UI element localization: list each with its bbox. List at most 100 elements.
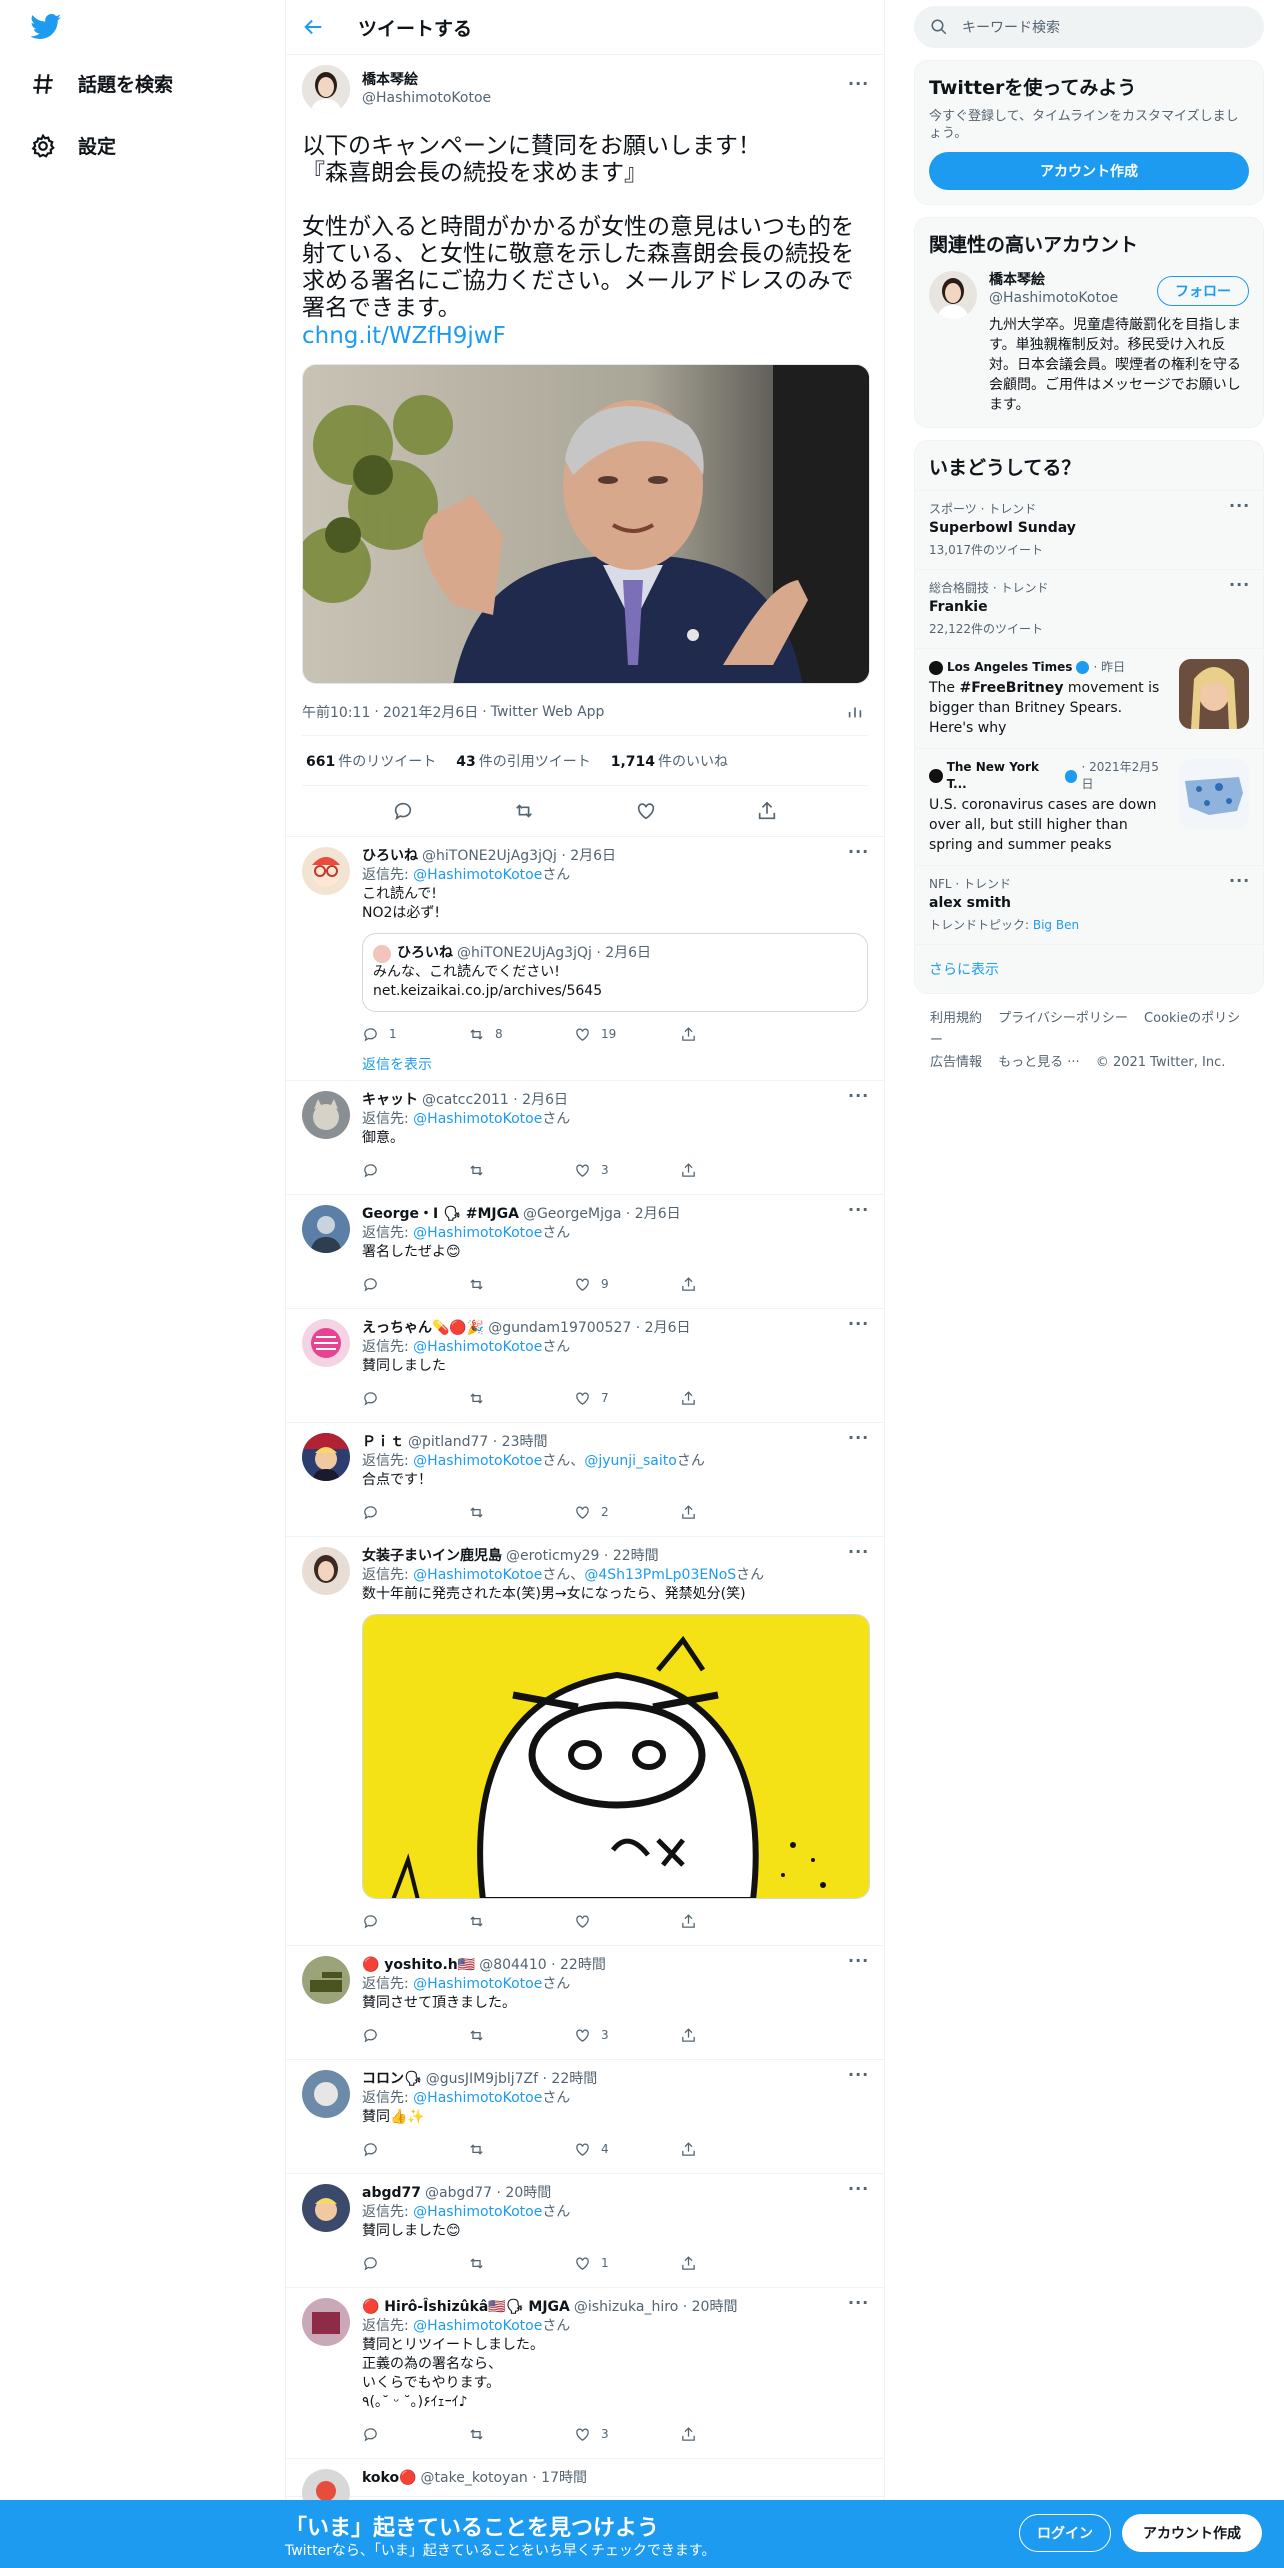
like-button[interactable]: 19 (574, 1026, 680, 1043)
tweet-image[interactable] (302, 364, 870, 684)
reply-author-name[interactable]: Ｐｉｔ (362, 1433, 404, 1452)
reply-to-link[interactable]: @HashimotoKotoe (413, 2318, 542, 2334)
reply-to-link[interactable]: @HashimotoKotoe (413, 1225, 542, 1241)
reply-item[interactable]: koko🔴 @take_kotoyan · 17時間 (286, 2459, 884, 2517)
reply-time[interactable]: 20時間 (692, 2298, 738, 2317)
reply-author-name[interactable]: コロン🗣 (362, 2070, 422, 2089)
search-input[interactable]: キーワード検索 (962, 17, 1060, 37)
retweet-icon[interactable] (513, 800, 535, 822)
retweet-button[interactable] (468, 2141, 574, 2158)
reply-author-name[interactable]: ひろいね (362, 847, 418, 866)
reply-item[interactable]: George・I 🗣 #MJGA @GeorgeMjga · 2月6日 ··· 返信… (286, 1195, 884, 1309)
twitter-logo-icon[interactable] (30, 14, 62, 40)
retweet-button[interactable] (468, 1162, 574, 1179)
reply-button[interactable] (362, 1504, 468, 1521)
reply-button[interactable] (362, 2255, 468, 2272)
reply-image[interactable] (362, 1614, 870, 1899)
retweet-button[interactable] (468, 1276, 574, 1293)
more-options-icon[interactable]: ··· (848, 1316, 868, 1339)
reply-to-link[interactable]: @HashimotoKotoe (413, 1339, 542, 1355)
search-box[interactable]: キーワード検索 (914, 6, 1264, 48)
avatar[interactable] (302, 2184, 350, 2232)
reply-item[interactable]: ひろいね @hiTONE2UjAg3jQj · 2月6日 ··· 返信先: @Has… (286, 837, 884, 1081)
reply-author-handle[interactable]: @gundam19700527 (488, 1319, 631, 1338)
like-button[interactable]: 2 (574, 1504, 680, 1521)
retweet-button[interactable] (468, 1504, 574, 1521)
like-button[interactable] (574, 1913, 680, 1930)
reply-button[interactable] (362, 1913, 468, 1930)
reply-author-name[interactable]: 女装子まいイン鹿児島 (362, 1547, 502, 1566)
reply-author-name[interactable]: 🔴 yoshito.h🇺🇸 (362, 1956, 475, 1975)
more-options-icon[interactable]: ··· (848, 844, 868, 867)
quote-count[interactable]: 43 件の引用ツイート (456, 751, 590, 771)
reply-item[interactable]: 🔴 yoshito.h🇺🇸 @804410 · 22時間 ··· 返信先: @Has… (286, 1946, 884, 2060)
author-handle[interactable]: @HashimotoKotoe (362, 89, 848, 107)
reply-item[interactable]: コロン🗣 @gusJIM9jblj7Zf · 22時間 ··· 返信先: @Hash… (286, 2060, 884, 2174)
reply-time[interactable]: 17時間 (541, 2469, 587, 2488)
reply-item[interactable]: キャット @catcc2011 · 2月6日 ··· 返信先: @Hashimoto… (286, 1081, 884, 1195)
reply-author-name[interactable]: キャット (362, 1091, 418, 1110)
related-account-item[interactable]: 橋本琴絵 @HashimotoKotoe 九州大学卒。児童虐待厳罰化を目指します… (915, 261, 1263, 427)
login-button[interactable]: ログイン (1019, 2514, 1111, 2552)
share-button[interactable] (680, 1162, 786, 1179)
reply-time[interactable]: 22時間 (560, 1956, 606, 1975)
reply-button[interactable] (362, 2426, 468, 2443)
trend-topic-link[interactable]: Big Ben (1033, 918, 1079, 932)
author-name[interactable]: 橋本琴絵 (362, 71, 848, 89)
share-button[interactable] (680, 1276, 786, 1293)
avatar[interactable] (302, 2070, 350, 2118)
like-button[interactable]: 3 (574, 2027, 680, 2044)
avatar[interactable] (302, 2298, 350, 2346)
reply-time[interactable]: 22時間 (551, 2070, 597, 2089)
reply-to-link[interactable]: @HashimotoKotoe (413, 1111, 542, 1127)
reply-time[interactable]: 2月6日 (522, 1091, 568, 1110)
more-options-icon[interactable]: ··· (848, 1202, 868, 1225)
more-options-icon[interactable]: ··· (848, 1953, 868, 1976)
reply-author-name[interactable]: 🔴 Hirô-Îshizûkâ🇺🇸🗣 MJGA (362, 2298, 570, 2317)
share-button[interactable] (680, 1026, 786, 1043)
reply-author-handle[interactable]: @hiTONE2UjAg3jQj (422, 847, 557, 866)
avatar[interactable] (302, 1091, 350, 1139)
reply-author-handle[interactable]: @ishizuka_hiro (574, 2298, 678, 2317)
follow-button[interactable]: フォロー (1157, 276, 1249, 306)
reply-author-handle[interactable]: @take_kotoyan (421, 2469, 528, 2488)
like-icon[interactable] (635, 800, 657, 822)
avatar[interactable] (302, 847, 350, 895)
like-button[interactable]: 3 (574, 1162, 680, 1179)
show-more-link[interactable]: さらに表示 (915, 944, 1263, 993)
more-options-icon[interactable]: ··· (848, 76, 868, 99)
reply-time[interactable]: 2月6日 (645, 1319, 691, 1338)
reply-time[interactable]: 23時間 (502, 1433, 548, 1452)
reply-to-link-2[interactable]: @jyunji_saito (584, 1453, 677, 1469)
reply-author-name[interactable]: abgd77 (362, 2184, 421, 2203)
like-button[interactable]: 3 (574, 2426, 680, 2443)
more-options-icon[interactable]: ··· (848, 1088, 868, 1111)
back-arrow-icon[interactable] (302, 16, 324, 38)
more-options-icon[interactable]: ··· (848, 1430, 868, 1453)
reply-author-name[interactable]: えっちゃん💊🔴🎉 (362, 1319, 484, 1338)
share-button[interactable] (680, 1390, 786, 1407)
retweet-button[interactable] (468, 2255, 574, 2272)
retweet-button[interactable] (468, 2426, 574, 2443)
trend-item[interactable]: スポーツ · トレンド Superbowl Sunday 13,017件のツイー… (915, 490, 1263, 569)
retweet-button[interactable] (468, 1390, 574, 1407)
signup-button[interactable]: アカウント作成 (929, 152, 1249, 190)
like-count[interactable]: 1,714 件のいいね (611, 751, 728, 771)
more-options-icon[interactable]: ··· (848, 1544, 868, 1567)
reply-to-link[interactable]: @HashimotoKotoe (413, 867, 542, 883)
show-replies-link[interactable]: 返信を表示 (362, 1050, 868, 1078)
nav-settings[interactable]: 設定 (30, 132, 116, 159)
footer-privacy-link[interactable]: プライバシーポリシー (998, 1011, 1128, 1026)
share-icon[interactable] (756, 800, 778, 822)
quoted-tweet[interactable]: ひろいね @hiTONE2UjAg3jQj · 2月6日 みんな、これ読んでくださ… (362, 933, 868, 1012)
footer-more-link[interactable]: もっと見る ··· (998, 1055, 1080, 1070)
retweet-count[interactable]: 661 件のリツイート (306, 751, 436, 771)
avatar[interactable] (302, 1205, 350, 1253)
retweet-button[interactable] (468, 1913, 574, 1930)
reply-to-link[interactable]: @HashimotoKotoe (413, 1567, 542, 1583)
reply-author-handle[interactable]: @804410 (479, 1956, 546, 1975)
reply-author-name[interactable]: George・I 🗣 #MJGA (362, 1205, 519, 1224)
reply-to-link[interactable]: @HashimotoKotoe (413, 2204, 542, 2220)
nav-explore[interactable]: 話題を検索 (30, 70, 173, 97)
avatar[interactable] (302, 65, 350, 113)
